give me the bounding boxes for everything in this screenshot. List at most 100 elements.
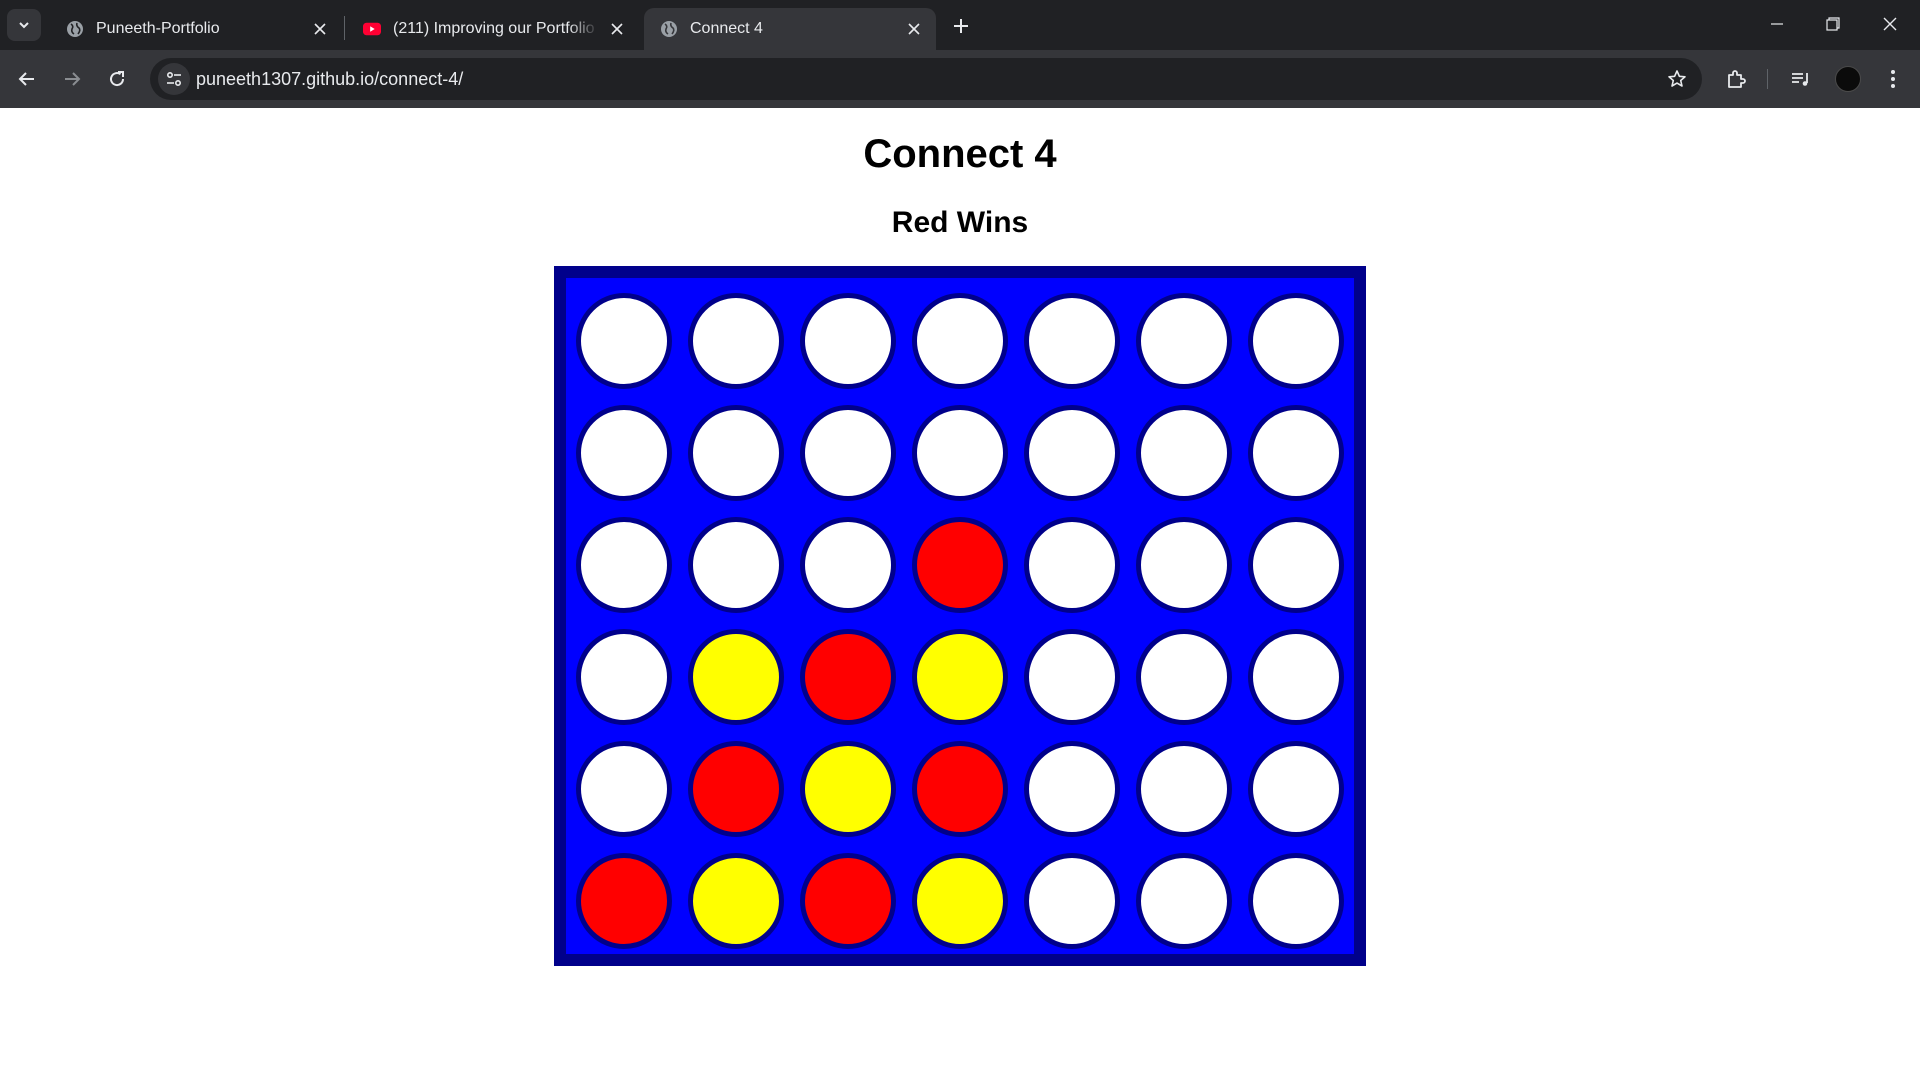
board-cell[interactable] bbox=[1240, 733, 1352, 845]
empty-slot[interactable] bbox=[1248, 293, 1344, 389]
empty-slot[interactable] bbox=[1024, 853, 1120, 949]
profile-avatar[interactable] bbox=[1835, 66, 1861, 92]
yellow-disc[interactable] bbox=[800, 741, 896, 837]
empty-slot[interactable] bbox=[1248, 629, 1344, 725]
board-cell[interactable] bbox=[1240, 397, 1352, 509]
close-icon[interactable] bbox=[607, 19, 627, 39]
red-disc[interactable] bbox=[912, 741, 1008, 837]
board-cell[interactable] bbox=[792, 733, 904, 845]
board-cell[interactable] bbox=[1016, 509, 1128, 621]
yellow-disc[interactable] bbox=[688, 629, 784, 725]
board-cell[interactable] bbox=[1240, 845, 1352, 957]
board-cell[interactable] bbox=[904, 733, 1016, 845]
empty-slot[interactable] bbox=[1248, 405, 1344, 501]
board-cell[interactable] bbox=[568, 397, 680, 509]
empty-slot[interactable] bbox=[1024, 517, 1120, 613]
empty-slot[interactable] bbox=[688, 293, 784, 389]
board-cell[interactable] bbox=[680, 621, 792, 733]
empty-slot[interactable] bbox=[688, 517, 784, 613]
empty-slot[interactable] bbox=[1024, 405, 1120, 501]
back-button[interactable] bbox=[11, 63, 43, 95]
red-disc[interactable] bbox=[688, 741, 784, 837]
board-cell[interactable] bbox=[792, 397, 904, 509]
empty-slot[interactable] bbox=[1024, 629, 1120, 725]
empty-slot[interactable] bbox=[1136, 741, 1232, 837]
yellow-disc[interactable] bbox=[912, 853, 1008, 949]
board-cell[interactable] bbox=[568, 845, 680, 957]
board-cell[interactable] bbox=[904, 285, 1016, 397]
address-bar[interactable]: puneeth1307.github.io/connect-4/ bbox=[150, 58, 1702, 100]
tab-search-button[interactable] bbox=[7, 9, 41, 41]
board-cell[interactable] bbox=[1016, 285, 1128, 397]
board-cell[interactable] bbox=[904, 621, 1016, 733]
board-cell[interactable] bbox=[1128, 397, 1240, 509]
board-cell[interactable] bbox=[792, 845, 904, 957]
restore-button[interactable] bbox=[1809, 8, 1857, 40]
board-cell[interactable] bbox=[1016, 397, 1128, 509]
close-icon[interactable] bbox=[904, 19, 924, 39]
empty-slot[interactable] bbox=[1024, 741, 1120, 837]
board-cell[interactable] bbox=[1240, 509, 1352, 621]
board-cell[interactable] bbox=[568, 509, 680, 621]
empty-slot[interactable] bbox=[576, 517, 672, 613]
red-disc[interactable] bbox=[800, 853, 896, 949]
board-cell[interactable] bbox=[1016, 845, 1128, 957]
yellow-disc[interactable] bbox=[688, 853, 784, 949]
minimize-button[interactable] bbox=[1753, 8, 1801, 40]
board-cell[interactable] bbox=[680, 509, 792, 621]
red-disc[interactable] bbox=[800, 629, 896, 725]
board-cell[interactable] bbox=[680, 845, 792, 957]
browser-menu-button[interactable] bbox=[1877, 63, 1909, 95]
board-cell[interactable] bbox=[792, 509, 904, 621]
board-cell[interactable] bbox=[1016, 733, 1128, 845]
empty-slot[interactable] bbox=[912, 293, 1008, 389]
board-cell[interactable] bbox=[792, 621, 904, 733]
empty-slot[interactable] bbox=[1136, 517, 1232, 613]
empty-slot[interactable] bbox=[576, 629, 672, 725]
yellow-disc[interactable] bbox=[912, 629, 1008, 725]
board-cell[interactable] bbox=[904, 397, 1016, 509]
board-cell[interactable] bbox=[904, 509, 1016, 621]
close-icon[interactable] bbox=[310, 19, 330, 39]
extensions-button[interactable] bbox=[1720, 63, 1752, 95]
empty-slot[interactable] bbox=[1024, 293, 1120, 389]
empty-slot[interactable] bbox=[576, 405, 672, 501]
board-cell[interactable] bbox=[1128, 285, 1240, 397]
empty-slot[interactable] bbox=[1136, 405, 1232, 501]
tab-puneeth-portfolio[interactable]: Puneeth-Portfolio bbox=[50, 8, 342, 50]
close-window-button[interactable] bbox=[1866, 8, 1914, 40]
media-controls-button[interactable] bbox=[1785, 63, 1817, 95]
board-cell[interactable] bbox=[680, 397, 792, 509]
board-cell[interactable] bbox=[1128, 845, 1240, 957]
bookmark-button[interactable] bbox=[1662, 64, 1692, 94]
empty-slot[interactable] bbox=[1136, 629, 1232, 725]
tab-connect-4[interactable]: Connect 4 bbox=[644, 8, 936, 50]
board-cell[interactable] bbox=[1128, 733, 1240, 845]
site-info-button[interactable] bbox=[158, 63, 190, 95]
board-cell[interactable] bbox=[1240, 621, 1352, 733]
forward-button[interactable] bbox=[56, 63, 88, 95]
board-cell[interactable] bbox=[1128, 509, 1240, 621]
board-cell[interactable] bbox=[1128, 621, 1240, 733]
tab-youtube[interactable]: (211) Improving our Portfolio W bbox=[347, 8, 639, 50]
board-cell[interactable] bbox=[904, 845, 1016, 957]
red-disc[interactable] bbox=[912, 517, 1008, 613]
board-cell[interactable] bbox=[1016, 621, 1128, 733]
new-tab-button[interactable] bbox=[948, 13, 974, 39]
board-cell[interactable] bbox=[568, 621, 680, 733]
empty-slot[interactable] bbox=[800, 293, 896, 389]
red-disc[interactable] bbox=[576, 853, 672, 949]
empty-slot[interactable] bbox=[1136, 853, 1232, 949]
empty-slot[interactable] bbox=[688, 405, 784, 501]
board-cell[interactable] bbox=[1240, 285, 1352, 397]
empty-slot[interactable] bbox=[800, 517, 896, 613]
empty-slot[interactable] bbox=[1136, 293, 1232, 389]
empty-slot[interactable] bbox=[1248, 517, 1344, 613]
empty-slot[interactable] bbox=[1248, 853, 1344, 949]
empty-slot[interactable] bbox=[912, 405, 1008, 501]
reload-button[interactable] bbox=[101, 63, 133, 95]
board-cell[interactable] bbox=[568, 733, 680, 845]
empty-slot[interactable] bbox=[576, 293, 672, 389]
empty-slot[interactable] bbox=[576, 741, 672, 837]
board-cell[interactable] bbox=[680, 285, 792, 397]
